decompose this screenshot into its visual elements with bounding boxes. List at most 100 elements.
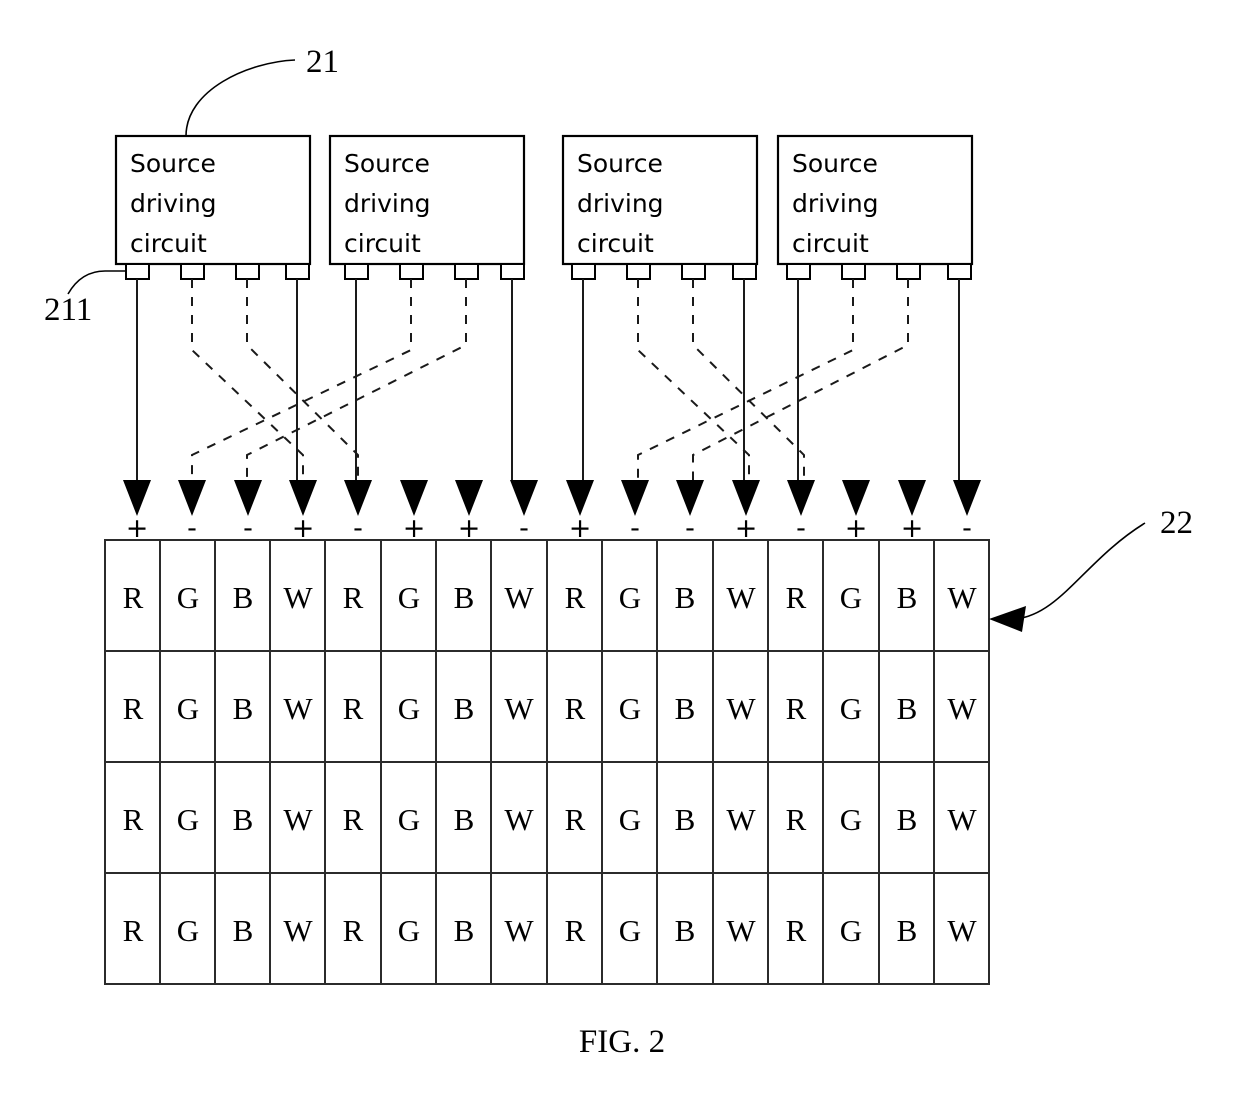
data-line-dashed[interactable] [637,279,750,480]
data-line-wiring [136,279,960,480]
source-driving-circuit-block[interactable]: Source driving circuit [114,134,312,266]
subpixel-cell: W [504,802,534,837]
leader-line [185,59,296,137]
data-line-arrowhead [344,480,372,516]
subpixel-cell: G [840,802,862,837]
leader-line [1014,522,1146,620]
figure-canvas: Source driving circuit Source driving ci… [44,44,1193,1060]
subpixel-cell: W [283,802,313,837]
subpixel-cell: R [343,691,364,726]
subpixel-cell: W [504,913,534,948]
subpixel-cell: G [840,691,862,726]
output-pad[interactable] [125,263,150,280]
output-pad[interactable] [947,263,972,280]
data-line-arrowhead [289,480,317,516]
data-line-dashed[interactable] [692,279,805,480]
subpixel-cell: W [504,580,534,615]
subpixel-cell: B [897,691,918,726]
subpixel-cell: G [177,802,199,837]
output-pad[interactable] [500,263,525,280]
reference-number: 22 [1160,505,1193,541]
subpixel-cell: B [897,802,918,837]
subpixel-cell: R [786,580,807,615]
output-pad[interactable] [180,263,205,280]
data-line-dashed[interactable] [246,279,359,480]
driver-block-line2: driving [577,189,664,218]
output-pad[interactable] [786,263,811,280]
output-pad[interactable] [344,263,369,280]
subpixel-cell: R [123,802,144,837]
output-pad[interactable] [732,263,757,280]
subpixel-cell: R [123,913,144,948]
pixel-row: R G B W R G B W R G B W R G B W [123,580,978,615]
output-pad[interactable] [626,263,651,280]
source-driving-circuit-block[interactable]: Source driving circuit [561,134,759,266]
subpixel-cell: G [398,913,420,948]
data-line-dashed[interactable] [692,279,909,480]
data-line-arrowhead [787,480,815,516]
subpixel-cell: B [233,691,254,726]
subpixel-cell: B [454,802,475,837]
data-line-arrowhead [842,480,870,516]
subpixel-cell: R [565,802,586,837]
output-pad[interactable] [896,263,921,280]
subpixel-cell: G [177,691,199,726]
subpixel-cell: G [177,913,199,948]
source-driving-circuit-block[interactable]: Source driving circuit [776,134,974,266]
subpixel-cell: G [177,580,199,615]
reference-number: 211 [44,292,92,328]
output-pad[interactable] [454,263,479,280]
subpixel-cell: R [565,913,586,948]
figure-caption: FIG. 2 [579,1024,665,1060]
subpixel-cell: G [398,580,420,615]
output-pad[interactable] [399,263,424,280]
driver-block-line3: circuit [130,229,207,258]
subpixel-cell: G [619,691,641,726]
subpixel-cell: G [398,802,420,837]
subpixel-cell: R [343,913,364,948]
subpixel-cell: G [619,580,641,615]
subpixel-cell: B [675,580,696,615]
driver-block-line3: circuit [577,229,654,258]
data-line-arrowhead [621,480,649,516]
output-pad[interactable] [841,263,866,280]
output-pad[interactable] [285,263,310,280]
subpixel-cell: B [897,580,918,615]
data-line-arrowhead [510,480,538,516]
subpixel-cell: W [947,913,977,948]
source-driving-circuit-block[interactable]: Source driving circuit [328,134,526,266]
subpixel-cell: R [786,913,807,948]
subpixel-cell: G [840,913,862,948]
subpixel-cell: B [675,802,696,837]
data-line-arrowhead [566,480,594,516]
subpixel-cell: W [283,913,313,948]
subpixel-cell: W [947,691,977,726]
pixel-array[interactable]: R G B W R G B W R G B W R G B W R G B W … [104,539,990,985]
driver-block-line1: Source [130,149,216,178]
data-line-arrowhead [178,480,206,516]
pixel-row: R G B W R G B W R G B W R G B W [123,691,978,726]
subpixel-cell: W [283,691,313,726]
output-pad[interactable] [571,263,596,280]
data-line-dashed[interactable] [191,279,304,480]
output-pad-group [125,263,972,280]
driver-block-line3: circuit [344,229,421,258]
output-pad[interactable] [235,263,260,280]
subpixel-cell: R [565,691,586,726]
reference-number: 21 [306,44,339,80]
data-line-arrowhead [676,480,704,516]
subpixel-cell: B [454,913,475,948]
subpixel-cell: B [675,913,696,948]
data-line-arrowhead-group [123,480,981,516]
data-line-arrowhead [953,480,981,516]
data-line-arrowhead [400,480,428,516]
data-line-arrowhead [455,480,483,516]
subpixel-cell: B [233,802,254,837]
reference-arrowhead [989,606,1026,632]
data-line-arrowhead [234,480,262,516]
subpixel-cell: R [786,802,807,837]
data-line-dashed[interactable] [191,279,412,480]
subpixel-cell: R [786,691,807,726]
patent-figure-page: Source driving circuit Source driving ci… [0,0,1240,1097]
output-pad[interactable] [681,263,706,280]
